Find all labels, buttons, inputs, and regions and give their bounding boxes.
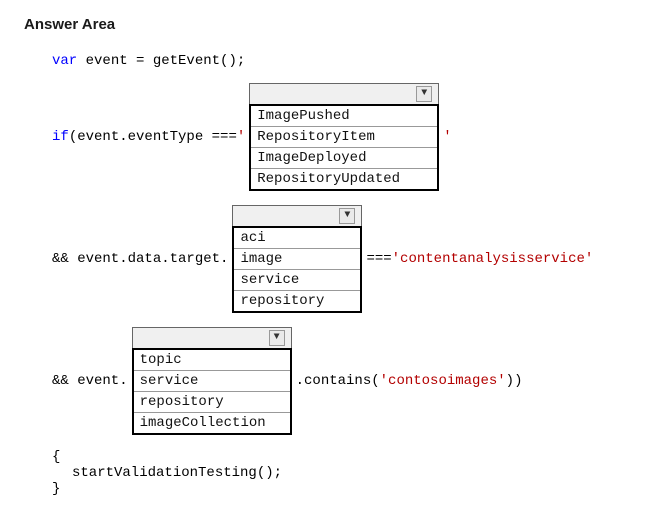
dropdown-target-prop[interactable]: ▼ (232, 205, 362, 227)
dropdown-option[interactable]: service (134, 371, 290, 392)
code-text: && event.data.target. (52, 251, 228, 267)
dropdown-event-type[interactable]: ▼ (249, 83, 439, 105)
dropdown-option[interactable]: imageCollection (134, 413, 290, 433)
keyword-var: var (52, 53, 77, 69)
chevron-down-icon: ▼ (339, 208, 355, 224)
page-title: Answer Area (24, 16, 622, 33)
keyword-if: if (52, 129, 69, 145)
code-line-1: var event = getEvent(); (52, 53, 622, 69)
dropdown-option[interactable]: service (234, 270, 360, 291)
dropdown-option[interactable]: RepositoryItem (251, 127, 437, 148)
dropdown-option[interactable]: repository (234, 291, 360, 311)
dropdown-option[interactable]: ImagePushed (251, 106, 437, 127)
dropdown-event-prop[interactable]: ▼ (132, 327, 292, 349)
dropdown-option[interactable]: image (234, 249, 360, 270)
string-quote-open: ' (237, 129, 245, 145)
code-text: )) (506, 373, 523, 389)
code-text: .contains( (296, 373, 380, 389)
chevron-down-icon: ▼ (269, 330, 285, 346)
string-literal-images: 'contosoimages' (380, 373, 506, 389)
string-quote-close: ' (443, 129, 451, 145)
dropdown-option[interactable]: ImageDeployed (251, 148, 437, 169)
dropdown-event-prop-options: topic service repository imageCollection (132, 348, 292, 435)
code-line-3: && event.data.target. ▼ aci image servic… (52, 205, 622, 313)
code-text: === (366, 251, 391, 267)
dropdown-option[interactable]: aci (234, 228, 360, 249)
code-line-2: if (event.eventType === ' ▼ ImagePushed … (52, 83, 622, 191)
brace-open: { (52, 449, 622, 465)
dropdown-event-type-options: ImagePushed RepositoryItem ImageDeployed… (249, 104, 439, 191)
code-text: event = getEvent(); (77, 53, 245, 69)
dropdown-target-prop-options: aci image service repository (232, 226, 362, 313)
dropdown-option[interactable]: topic (134, 350, 290, 371)
string-literal-service: 'contentanalysisservice' (392, 251, 594, 267)
brace-close: } (52, 481, 622, 497)
code-call: startValidationTesting(); (52, 465, 622, 481)
dropdown-option[interactable]: repository (134, 392, 290, 413)
code-text: (event.eventType === (69, 129, 237, 145)
chevron-down-icon: ▼ (416, 86, 432, 102)
code-line-4: && event. ▼ topic service repository ima… (52, 327, 622, 435)
code-block: var event = getEvent(); if (event.eventT… (24, 53, 622, 497)
dropdown-option[interactable]: RepositoryUpdated (251, 169, 437, 189)
code-text: && event. (52, 373, 128, 389)
